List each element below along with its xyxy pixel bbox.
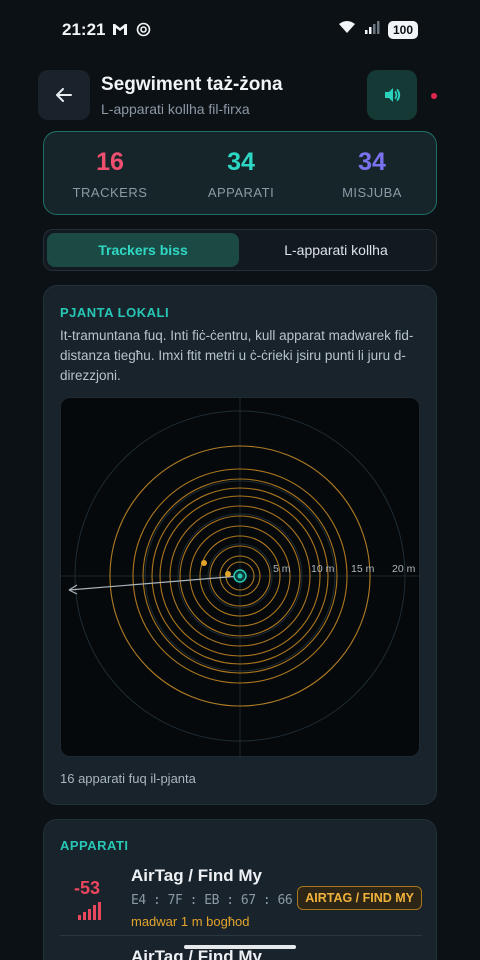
stat-found-value: 34 xyxy=(358,148,386,176)
stat-devices-label: APPARATI xyxy=(207,185,275,200)
filter-tabs: Trackers biss L-apparati kollha xyxy=(43,229,437,271)
device-distance: madwar 1 m bogħod xyxy=(131,914,250,929)
tracker-direction-point xyxy=(201,560,207,566)
back-button[interactable] xyxy=(38,70,90,120)
devices-title: APPARATI xyxy=(60,838,129,853)
page-title: Segwiment taż-żona xyxy=(101,74,283,95)
home-indicator[interactable] xyxy=(184,945,296,949)
status-right: 100 xyxy=(338,20,418,39)
page-subtitle: L-apparati kollha fil-firxa xyxy=(101,101,250,117)
tab-trackers-only[interactable]: Trackers biss xyxy=(47,233,239,267)
map-device-count: 16 apparati fuq il-pjanta xyxy=(60,771,196,786)
status-left-icons xyxy=(112,22,151,42)
status-bar: 21:21 100 xyxy=(0,0,480,60)
radar-map[interactable]: 5 m 10 m 15 m 20 m xyxy=(60,397,420,757)
device-name: AirTag / Find My xyxy=(131,866,262,885)
sound-toggle-button[interactable] xyxy=(367,70,417,120)
status-time: 21:21 xyxy=(62,20,106,39)
ring-label-20m: 20 m xyxy=(392,563,416,575)
stat-devices-value: 34 xyxy=(227,148,255,176)
stat-found-label: MISJUBA xyxy=(342,185,402,200)
stat-trackers: 16 TRACKERS xyxy=(45,148,175,200)
signal-strength-icon xyxy=(78,902,102,925)
ring-label-5m: 5 m xyxy=(273,563,291,575)
stat-found: 34 MISJUBA xyxy=(307,148,437,200)
stat-devices: 34 APPARATI xyxy=(176,148,306,200)
ring-label-10m: 10 m xyxy=(311,563,335,575)
cell-signal-icon xyxy=(364,20,380,39)
device-rssi: -53 xyxy=(74,878,101,898)
arrow-left-icon xyxy=(56,88,72,102)
local-map-card: PJANTA LOKALI It-tramuntana fuq. Inti fi… xyxy=(43,285,437,805)
at-sign-icon xyxy=(136,22,151,42)
recording-indicator xyxy=(431,93,437,99)
tab-all-devices[interactable]: L-apparati kollha xyxy=(240,233,432,267)
stats-card: 16 TRACKERS 34 APPARATI 34 MISJUBA xyxy=(43,131,437,215)
list-item[interactable]: -53 AirTag / Find My E4 : 7F : EB : 67 :… xyxy=(60,864,422,936)
speaker-icon xyxy=(385,88,401,102)
gmail-icon xyxy=(112,22,128,42)
map-description: It-tramuntana fuq. Inti fiċ-ċentru, kull… xyxy=(60,328,414,383)
ring-label-15m: 15 m xyxy=(351,563,375,575)
stat-trackers-label: TRACKERS xyxy=(72,185,148,200)
header: Segwiment taż-żona L-apparati kollha fil… xyxy=(38,70,448,122)
stat-trackers-value: 16 xyxy=(96,148,124,176)
device-type-badge: AIRTAG / FIND MY xyxy=(297,886,422,910)
devices-card: APPARATI -53 AirTag / Find My E4 : 7F : … xyxy=(43,819,437,960)
map-title: PJANTA LOKALI xyxy=(60,305,170,320)
wifi-icon xyxy=(338,20,356,39)
battery-indicator: 100 xyxy=(387,20,418,39)
